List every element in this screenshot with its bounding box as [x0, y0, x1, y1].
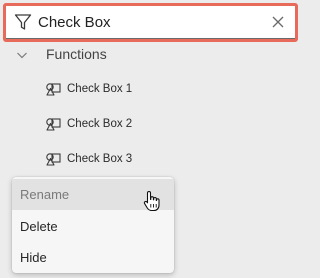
tree-group-functions[interactable]: Functions — [0, 40, 300, 70]
tree-item-check-box-3[interactable]: Check Box 3 — [0, 145, 300, 175]
tree-item-check-box-1[interactable]: Check Box 1 — [0, 75, 300, 105]
filter-icon — [14, 14, 32, 30]
tree-item-label: Check Box 2 — [67, 118, 133, 130]
shapes-icon — [46, 83, 61, 96]
tree-group-label: Functions — [46, 46, 107, 62]
tree-item-label: Check Box 1 — [67, 83, 133, 95]
menu-item-hide[interactable]: Hide — [12, 242, 174, 273]
chevron-down-icon[interactable] — [16, 49, 28, 61]
tree-item-label: Check Box 3 — [67, 153, 133, 165]
search-input[interactable] — [38, 10, 268, 34]
close-icon[interactable] — [271, 15, 285, 29]
tree-item-check-box-2[interactable]: Check Box 2 — [0, 110, 300, 140]
hand-pointer-icon — [143, 190, 160, 212]
shapes-icon — [46, 153, 61, 166]
menu-item-delete[interactable]: Delete — [12, 211, 174, 242]
shapes-icon — [46, 118, 61, 131]
search-box[interactable] — [6, 6, 295, 39]
